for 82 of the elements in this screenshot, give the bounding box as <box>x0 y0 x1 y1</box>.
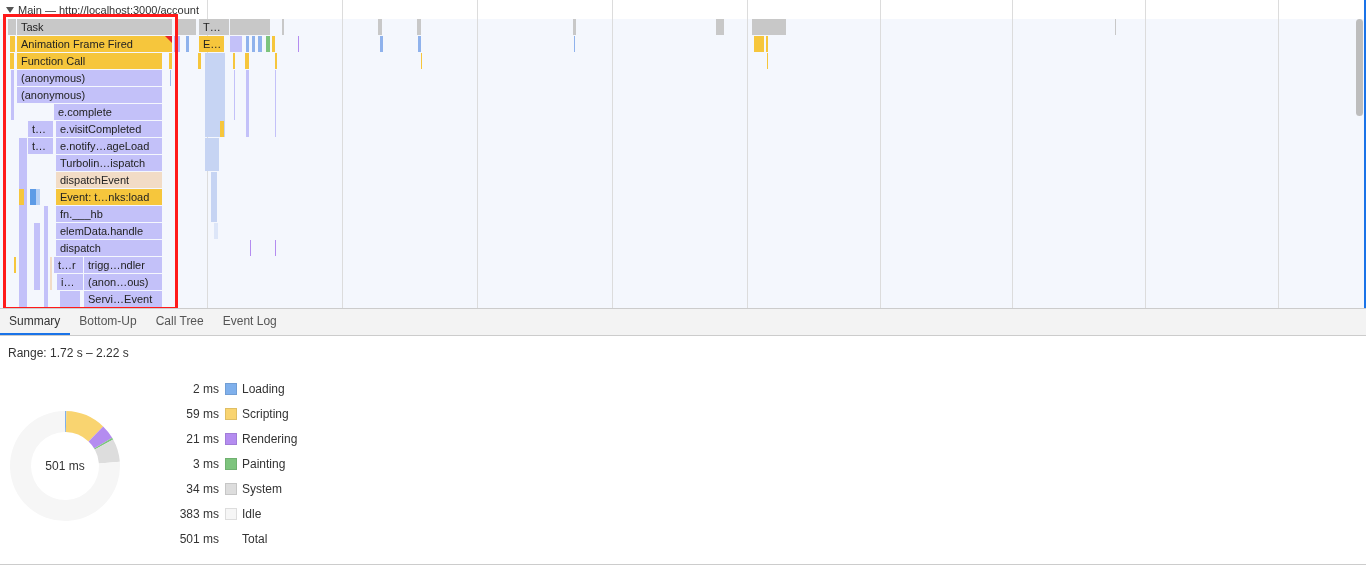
track-title: Main — http://localhost:3000/account <box>18 3 199 16</box>
flame-bar[interactable] <box>34 223 40 290</box>
flame-bar[interactable] <box>169 53 172 69</box>
flame-bar[interactable] <box>205 53 225 137</box>
flame-bar[interactable]: trigg…ndler <box>84 257 162 273</box>
flame-bar[interactable]: (anon…ous) <box>84 274 162 290</box>
total-label: Total <box>242 532 269 546</box>
flame-bar[interactable] <box>417 19 421 35</box>
flame-bar[interactable]: t… <box>28 138 53 154</box>
flame-bar[interactable] <box>198 53 201 69</box>
flame-bar[interactable] <box>246 36 249 52</box>
flame-bar[interactable]: elemData.handle <box>56 223 162 239</box>
flame-bar[interactable]: t…r <box>54 257 83 273</box>
legend-value: 2 ms <box>192 381 220 397</box>
flame-bar[interactable] <box>716 19 724 35</box>
flame-bar[interactable]: E… <box>199 36 224 52</box>
panel-tab[interactable]: Bottom-Up <box>70 309 147 335</box>
total-value: 501 ms <box>178 531 220 547</box>
flame-bar[interactable] <box>252 36 255 52</box>
flame-bar[interactable]: t… <box>28 121 53 137</box>
flame-bar[interactable] <box>266 36 270 52</box>
flame-bar[interactable]: Function Call <box>17 53 162 69</box>
flame-bar[interactable] <box>36 189 40 205</box>
flame-bar[interactable] <box>754 36 764 52</box>
flame-bar[interactable] <box>752 19 786 35</box>
flame-bar[interactable] <box>60 291 80 307</box>
flame-bar[interactable]: Event: t…nks:load <box>56 189 162 205</box>
flame-bar[interactable] <box>258 36 262 52</box>
legend-value: 3 ms <box>192 456 220 472</box>
flame-bar[interactable]: dispatchEvent <box>56 172 162 188</box>
flame-bar[interactable] <box>10 53 14 69</box>
flame-bar[interactable]: Task <box>17 19 172 35</box>
flame-bar[interactable] <box>272 36 275 52</box>
flame-bar[interactable]: fn.___hb <box>56 206 162 222</box>
flame-bar[interactable] <box>19 138 27 307</box>
legend-label: Rendering <box>242 432 298 446</box>
panel-tab[interactable]: Event Log <box>213 309 287 335</box>
flame-bar[interactable] <box>11 70 14 120</box>
legend-value: 59 ms <box>185 406 220 422</box>
flame-bar[interactable] <box>220 121 224 137</box>
flame-bar[interactable] <box>380 36 383 52</box>
flame-bar[interactable] <box>245 53 249 69</box>
legend-label: Scripting <box>242 407 290 421</box>
flame-bar[interactable] <box>10 36 15 52</box>
flame-bar[interactable] <box>230 19 270 35</box>
flame-bar[interactable] <box>418 36 421 52</box>
legend-label: Painting <box>242 457 287 471</box>
legend-label: Loading <box>242 382 286 396</box>
legend-label: System <box>242 482 283 496</box>
flame-bar[interactable]: dispatch <box>56 240 162 256</box>
panel-tab[interactable]: Summary <box>0 309 71 335</box>
flame-bar[interactable]: T… <box>199 19 229 35</box>
flame-bar[interactable]: e.visitCompleted <box>56 121 162 137</box>
legend-value: 34 ms <box>185 481 220 497</box>
flame-bar[interactable] <box>378 19 382 35</box>
flame-bar[interactable] <box>30 189 36 205</box>
flame-bar[interactable] <box>246 70 249 137</box>
legend-label: Idle <box>242 507 263 521</box>
legend-value: 21 ms <box>185 431 220 447</box>
flame-bar[interactable] <box>211 172 217 222</box>
scrollbar-thumb[interactable] <box>1356 19 1363 116</box>
flame-bar[interactable]: i… <box>57 274 83 290</box>
flame-bar[interactable]: Servi…Event <box>84 291 162 307</box>
flame-bar[interactable] <box>573 19 576 35</box>
caret-icon[interactable] <box>6 5 14 14</box>
flame-bar[interactable] <box>186 36 189 52</box>
flame-bar[interactable] <box>8 19 16 35</box>
panel-tab[interactable]: Call Tree <box>146 309 214 335</box>
flame-bar[interactable]: e.notify…ageLoad <box>56 138 162 154</box>
flame-bar[interactable]: (anonymous) <box>17 87 162 103</box>
flame-bar[interactable]: Animation Frame Fired <box>17 36 172 52</box>
flame-bar[interactable] <box>44 206 48 307</box>
donut-total-label: 501 ms <box>45 459 85 473</box>
range-label: Range: 1.72 s – 2.22 s <box>8 346 130 360</box>
flame-bar[interactable]: (anonymous) <box>17 70 162 86</box>
flame-bar[interactable] <box>176 19 196 35</box>
flame-bar[interactable]: Turbolin…ispatch <box>56 155 162 171</box>
legend-value: 383 ms <box>178 506 220 522</box>
flame-bar[interactable] <box>230 36 242 52</box>
flame-bar[interactable] <box>19 189 24 205</box>
flame-bar[interactable] <box>205 138 219 171</box>
flame-bar[interactable]: e.complete <box>54 104 162 120</box>
